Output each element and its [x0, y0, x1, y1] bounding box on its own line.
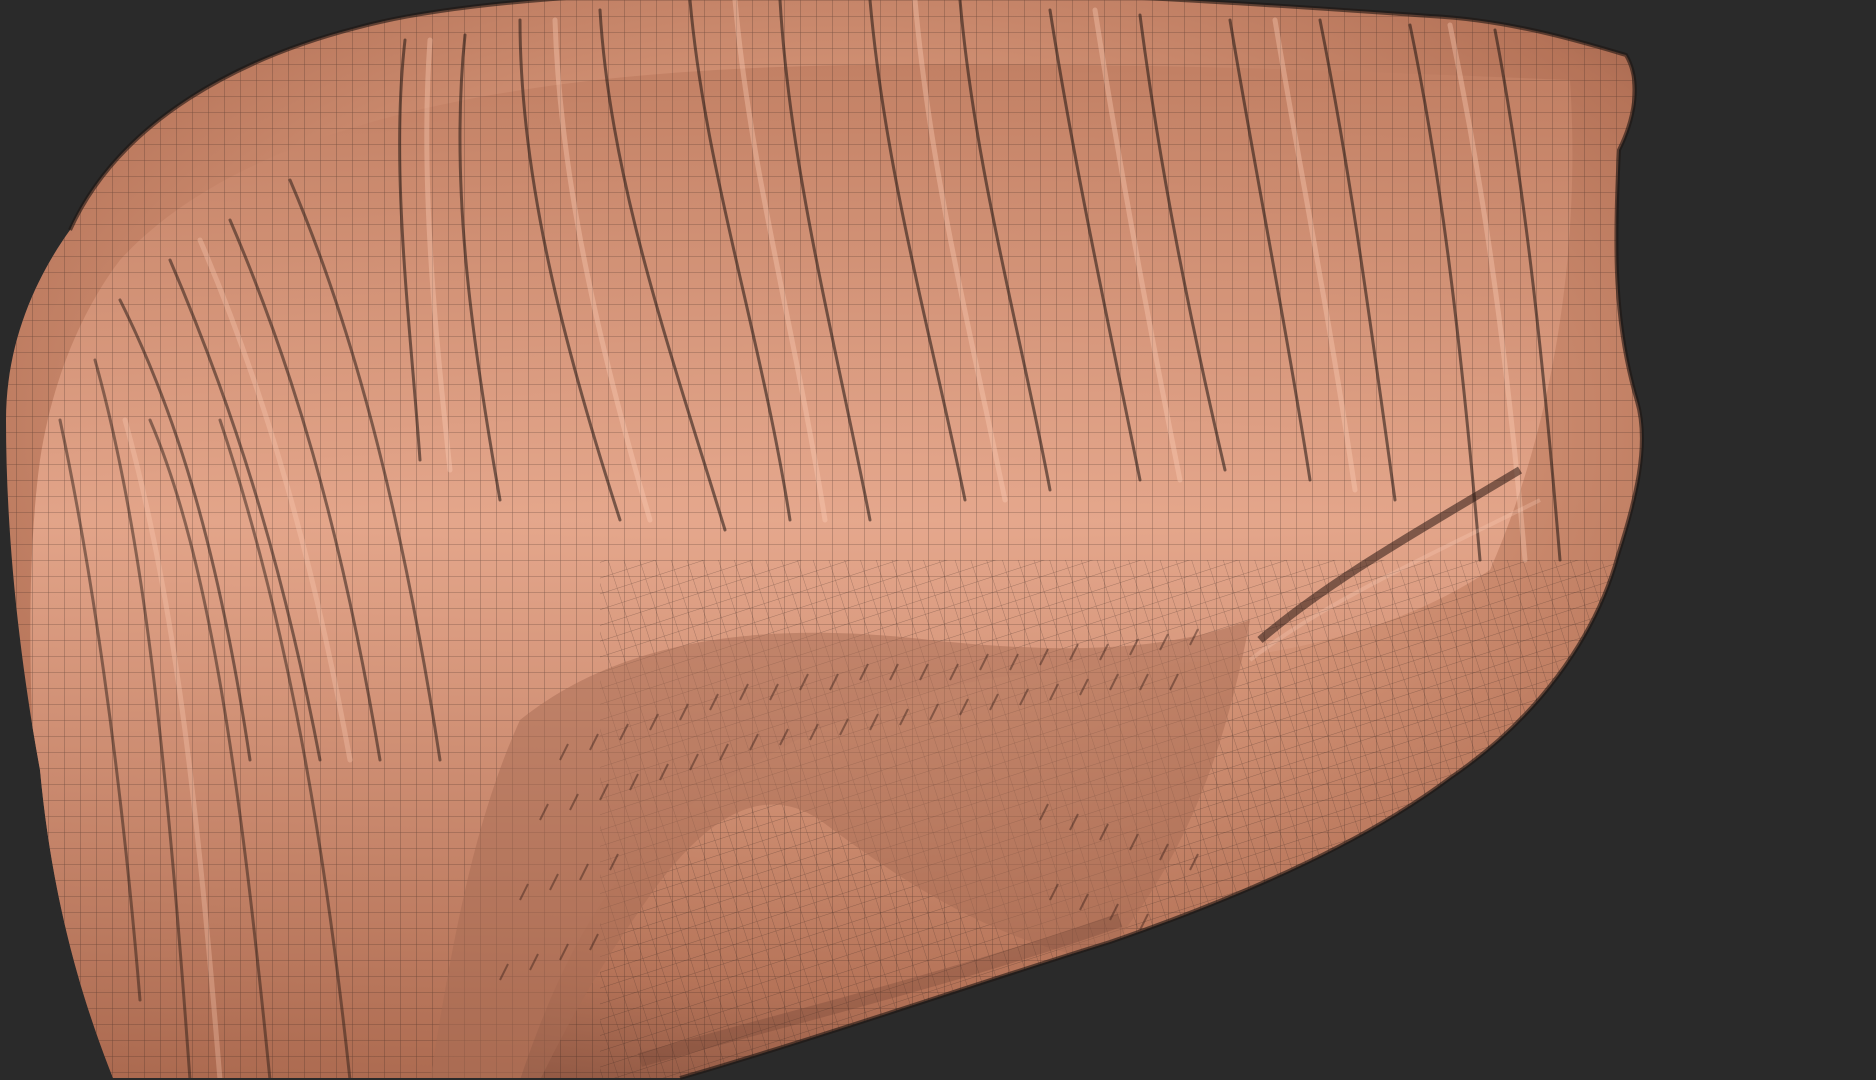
- sculpt-model-canvas[interactable]: [0, 0, 1876, 1080]
- sculpt-viewport[interactable]: [0, 0, 1876, 1080]
